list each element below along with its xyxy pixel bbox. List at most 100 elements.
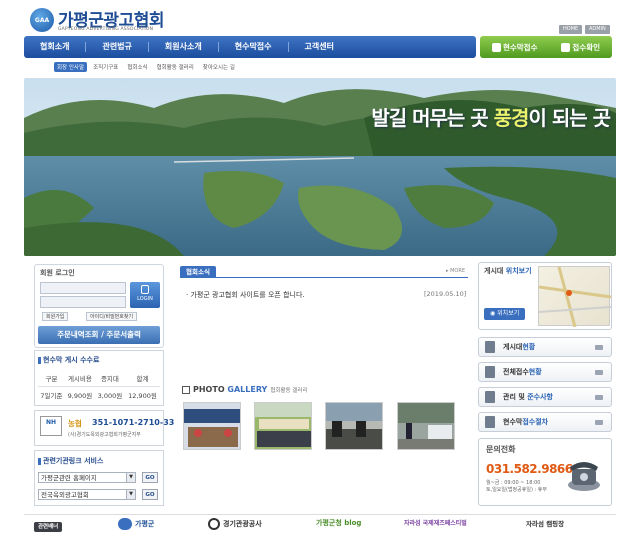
- signup-button[interactable]: 회원가입: [42, 312, 69, 321]
- gallery-photo: [326, 403, 382, 449]
- subnav-gallery[interactable]: 협회활동 갤러리: [154, 62, 197, 72]
- subnav-org-chart[interactable]: 조직기구표: [90, 62, 121, 72]
- table-header: 합계: [124, 370, 160, 387]
- lock-icon: [141, 285, 149, 294]
- admin-link[interactable]: ADMIN: [585, 25, 610, 34]
- gallery-thumb[interactable]: [183, 402, 241, 450]
- footer-link-blog[interactable]: 가평군청 blog: [316, 518, 361, 528]
- banner-slogan: 발길 머무는 곳 풍경이 되는 곳: [371, 102, 611, 131]
- gallery-subtitle: 협회활동 갤러리: [270, 387, 308, 394]
- slogan-part: 발길 머무는 곳: [371, 106, 494, 130]
- footer-link-gapyeong[interactable]: 가평군: [118, 518, 154, 530]
- go-button[interactable]: GO: [142, 489, 158, 500]
- quick-nav: 현수막접수 접수확인: [480, 36, 612, 58]
- order-procedure-button[interactable]: 현수막접수절차: [478, 412, 612, 432]
- gallery-thumb[interactable]: [254, 402, 312, 450]
- footer-link-jazz-festival[interactable]: 자라섬 국제재즈페스티벌: [404, 518, 467, 527]
- table-cell: 7일기준: [40, 392, 63, 400]
- footer-link-label: 가평군청 blog: [316, 519, 362, 527]
- table-cell: 9,900원: [67, 392, 93, 400]
- map-button-label: 위치보기: [497, 310, 520, 317]
- photo-icon: [182, 385, 190, 394]
- related-banners-label: 관련배너: [34, 522, 63, 532]
- nav-support[interactable]: 고객센터: [289, 36, 350, 58]
- map-title-part: 위치보기: [505, 267, 532, 275]
- nav-banner-order[interactable]: 현수막접수: [219, 36, 288, 58]
- fee-title-text: 현수막 게시 수수료: [43, 356, 100, 364]
- site-subtitle: GAPYEONG ADVERTISING ASSOCIATION: [58, 27, 154, 32]
- more-label: MORE: [450, 268, 465, 274]
- subnav-news[interactable]: 협회소식: [124, 62, 150, 72]
- table-cell: 3,000원: [97, 392, 123, 400]
- gallery-title-part: PHOTO: [193, 385, 228, 394]
- main-nav: 협회소개 관련법규 회원사소개 현수막접수 고객센터: [24, 36, 476, 58]
- quick-order-check-button[interactable]: 접수확인: [561, 42, 600, 53]
- footer-link-label: 자라섬 캠핑장: [526, 520, 565, 528]
- bank-account-holder: (사)경기도옥외광고협회가평군지부: [68, 432, 141, 438]
- quick-label: 접수확인: [572, 42, 601, 52]
- footer-link-label: 경기관광공사: [223, 520, 262, 528]
- bank-account-number: 351-1071-2710-33: [92, 418, 175, 427]
- related-select-national[interactable]: 전국옥외광고협회 ▼: [38, 489, 136, 500]
- side-button-label: 게시대현황: [503, 343, 536, 351]
- nav-about[interactable]: 협회소개: [24, 36, 85, 58]
- all-orders-status-button[interactable]: 전체접수현황: [478, 362, 612, 382]
- order-lookup-button[interactable]: 주문내역조회 / 주문서출력: [38, 326, 160, 344]
- gallery-photo: [184, 403, 240, 449]
- table-header: 게시비용: [64, 370, 95, 387]
- billboard-status-button[interactable]: 게시대현황: [478, 337, 612, 357]
- quick-label: 현수막접수: [502, 42, 538, 52]
- slogan-highlight: 풍경: [493, 106, 530, 130]
- login-button[interactable]: LOGIN: [130, 282, 160, 308]
- subnav-greeting[interactable]: 회장 인사말: [54, 62, 88, 72]
- gallery-photo: [255, 403, 311, 449]
- toggle-icon: [595, 345, 603, 350]
- login-password-input[interactable]: [40, 296, 126, 308]
- fee-table: 구분 게시비용 증지대 합계 7일기준 9,900원 3,000원 12,900…: [38, 370, 160, 403]
- go-button[interactable]: GO: [142, 472, 158, 483]
- contact-title: 문의전화: [486, 445, 516, 454]
- map-graphic: [538, 266, 612, 328]
- chevron-down-icon: ▼: [126, 473, 135, 482]
- chevron-down-icon: ▼: [126, 490, 135, 499]
- check-icon: [561, 42, 571, 52]
- gallery-photo: [398, 403, 454, 449]
- gallery-thumb[interactable]: [397, 402, 455, 450]
- more-link[interactable]: ▸ MORE: [446, 268, 465, 274]
- nav-members[interactable]: 회원사소개: [149, 36, 218, 58]
- table-cell: 12,900원: [128, 392, 157, 400]
- toggle-icon: [595, 370, 603, 375]
- contact-phone-number: 031.582.9866: [486, 462, 573, 476]
- footer-link-camping[interactable]: 자라섬 캠핑장: [526, 518, 564, 528]
- monitor-icon: [491, 42, 501, 52]
- login-id-input[interactable]: [40, 282, 126, 294]
- home-link[interactable]: HOME: [559, 25, 583, 34]
- rules-button[interactable]: 관리 및 준수사항: [478, 387, 612, 407]
- map-image[interactable]: [538, 266, 612, 328]
- telephone-icon: [566, 455, 602, 493]
- hours-line: 월~금 : 09:00 ~ 18:00: [486, 480, 541, 486]
- toggle-icon: [595, 420, 603, 425]
- gallery-thumb[interactable]: [325, 402, 383, 450]
- select-value: 전국옥외광고협회: [41, 491, 89, 499]
- gallery-header: PHOTO GALLERY 협회활동 갤러리: [182, 385, 308, 394]
- gapyeong-logo-icon: [118, 518, 132, 530]
- find-account-button[interactable]: 아이디/비밀번호찾기: [86, 312, 138, 321]
- nav-laws[interactable]: 관련법규: [86, 36, 147, 58]
- side-button-label: 관리 및 준수사항: [503, 393, 553, 401]
- notice-date: [2019.05.10]: [424, 290, 467, 298]
- subnav-directions[interactable]: 찾아오시는 길: [200, 62, 238, 72]
- quick-banner-order-button[interactable]: 현수막접수: [491, 42, 538, 53]
- table-row: 7일기준 9,900원 3,000원 12,900원: [38, 387, 160, 404]
- footer-link-gto[interactable]: 경기관광공사: [208, 518, 262, 530]
- gallery-title[interactable]: PHOTO GALLERY: [193, 385, 267, 394]
- list-item[interactable]: · 가평군 광고협회 사이트를 오픈 합니다.: [186, 290, 305, 300]
- map-view-button[interactable]: ◉ 위치보기: [484, 308, 526, 320]
- map-title: 게시대 위치보기: [484, 266, 532, 276]
- bank-name: 농협: [68, 419, 82, 428]
- logo-icon[interactable]: GAA: [30, 8, 54, 32]
- table-header: 증지대: [94, 370, 125, 387]
- table-row: 구분 게시비용 증지대 합계: [38, 370, 160, 387]
- login-title: 회원 로그인: [40, 269, 75, 277]
- related-select-gapyeong[interactable]: 가평군관련 홈페이지 ▼: [38, 472, 136, 483]
